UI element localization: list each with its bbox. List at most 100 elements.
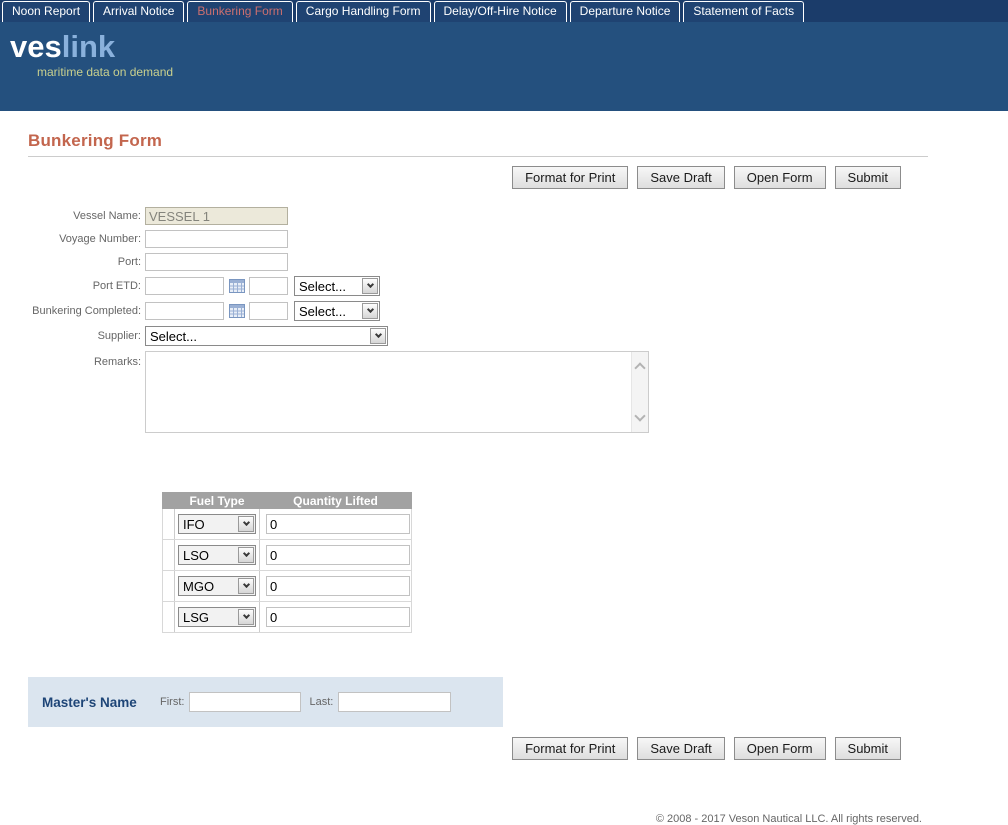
tab-arrival-notice[interactable]: Arrival Notice — [93, 1, 184, 22]
submit-button[interactable]: Submit — [835, 166, 901, 189]
bunkering-completed-calendar-icon[interactable] — [229, 303, 245, 319]
fuel-type-value: LSO — [183, 548, 209, 563]
fuel-type-value: MGO — [183, 579, 214, 594]
row-handle-cell — [163, 571, 175, 601]
logo-tagline: maritime data on demand — [37, 65, 1008, 79]
bunkering-completed-timezone-value: Select... — [299, 304, 346, 319]
remarks-scrollbar[interactable] — [631, 352, 648, 432]
quantity-cell — [260, 602, 411, 632]
format-for-print-button[interactable]: Format for Print — [512, 737, 628, 760]
fuel-table-row: LSO — [162, 540, 412, 571]
bunkering-completed-time-field[interactable] — [249, 302, 288, 320]
supplier-label: Supplier: — [28, 330, 145, 342]
fuel-type-select[interactable]: IFO — [178, 514, 256, 534]
supplier-row: Supplier: Select... — [28, 326, 928, 346]
open-form-button[interactable]: Open Form — [734, 166, 826, 189]
remarks-label: Remarks: — [28, 356, 145, 368]
format-for-print-button[interactable]: Format for Print — [512, 166, 628, 189]
voyage-number-row: Voyage Number: — [28, 230, 928, 248]
scroll-down-icon[interactable] — [634, 410, 645, 421]
row-handle-cell — [163, 509, 175, 539]
form-tab-bar: Noon Report Arrival Notice Bunkering For… — [0, 0, 1008, 22]
tab-cargo-handling-form[interactable]: Cargo Handling Form — [296, 1, 431, 22]
first-name-label: First: — [160, 696, 184, 708]
tab-departure-notice[interactable]: Departure Notice — [570, 1, 681, 22]
bunkering-completed-row: Bunkering Completed: Select... — [28, 301, 928, 321]
chevron-down-icon — [238, 516, 254, 532]
port-row: Port: — [28, 253, 928, 271]
chevron-down-icon — [370, 328, 386, 344]
fuel-type-select[interactable]: LSO — [178, 545, 256, 565]
vessel-name-label: Vessel Name: — [28, 210, 145, 222]
first-name-field[interactable] — [189, 692, 301, 712]
supplier-select[interactable]: Select... — [145, 326, 388, 346]
supplier-value: Select... — [150, 329, 197, 344]
last-name-label: Last: — [309, 696, 333, 708]
remarks-row: Remarks: — [28, 351, 928, 433]
tab-noon-report[interactable]: Noon Report — [2, 1, 90, 22]
last-name-field[interactable] — [338, 692, 451, 712]
logo-link-text: link — [62, 29, 115, 64]
bunkering-completed-label: Bunkering Completed: — [28, 305, 145, 317]
scroll-up-icon[interactable] — [634, 362, 645, 373]
tab-statement-of-facts[interactable]: Statement of Facts — [683, 1, 804, 22]
tab-delay-offhire-notice[interactable]: Delay/Off-Hire Notice — [434, 1, 567, 22]
chevron-down-icon — [362, 303, 378, 319]
vessel-name-field — [145, 207, 288, 225]
save-draft-button[interactable]: Save Draft — [637, 166, 724, 189]
fuel-table-header: Fuel Type Quantity Lifted — [162, 492, 412, 509]
row-handle-cell — [163, 540, 175, 570]
quantity-lifted-column-header: Quantity Lifted — [259, 494, 412, 508]
quantity-lifted-field[interactable] — [266, 576, 410, 596]
port-etd-timezone-value: Select... — [299, 279, 346, 294]
save-draft-button[interactable]: Save Draft — [637, 737, 724, 760]
fuel-type-value: IFO — [183, 517, 205, 532]
copyright-notice: © 2008 - 2017 Veson Nautical LLC. All ri… — [28, 813, 928, 825]
chevron-down-icon — [362, 278, 378, 294]
submit-button[interactable]: Submit — [835, 737, 901, 760]
fuel-type-cell: IFO — [175, 509, 260, 539]
quantity-cell — [260, 571, 411, 601]
quantity-cell — [260, 509, 411, 539]
fuel-table: Fuel Type Quantity Lifted IFO LSO — [162, 492, 412, 633]
port-etd-calendar-icon[interactable] — [229, 278, 245, 294]
voyage-number-label: Voyage Number: — [28, 233, 145, 245]
port-field[interactable] — [145, 253, 288, 271]
bunkering-completed-timezone-select[interactable]: Select... — [294, 301, 380, 321]
quantity-cell — [260, 540, 411, 570]
chevron-down-icon — [238, 609, 254, 625]
fuel-table-row: MGO — [162, 571, 412, 602]
fuel-type-cell: LSO — [175, 540, 260, 570]
row-handle-cell — [163, 602, 175, 632]
veslink-logo: veslink — [0, 22, 1008, 64]
port-label: Port: — [28, 256, 145, 268]
fuel-type-select[interactable]: MGO — [178, 576, 256, 596]
quantity-lifted-field[interactable] — [266, 607, 410, 627]
port-etd-row: Port ETD: Select... — [28, 276, 928, 296]
port-etd-time-field[interactable] — [249, 277, 288, 295]
bottom-toolbar: Format for Print Save Draft Open Form Su… — [28, 737, 928, 760]
port-etd-label: Port ETD: — [28, 280, 145, 292]
fuel-table-row: IFO — [162, 509, 412, 540]
bunkering-completed-date-field[interactable] — [145, 302, 224, 320]
voyage-number-field[interactable] — [145, 230, 288, 248]
brand-header: veslink maritime data on demand — [0, 22, 1008, 111]
quantity-lifted-field[interactable] — [266, 514, 410, 534]
port-etd-timezone-select[interactable]: Select... — [294, 276, 380, 296]
quantity-lifted-field[interactable] — [266, 545, 410, 565]
fuel-table-row: LSG — [162, 602, 412, 633]
fuel-type-column-header: Fuel Type — [175, 494, 259, 508]
vessel-name-row: Vessel Name: — [28, 207, 928, 225]
page-title: Bunkering Form — [28, 131, 928, 157]
remarks-textarea[interactable] — [145, 351, 649, 433]
fuel-type-select[interactable]: LSG — [178, 607, 256, 627]
port-etd-date-field[interactable] — [145, 277, 224, 295]
fuel-type-cell: MGO — [175, 571, 260, 601]
fuel-type-cell: LSG — [175, 602, 260, 632]
chevron-down-icon — [238, 547, 254, 563]
masters-name-section: Master's Name First: Last: — [28, 677, 503, 727]
bunkering-form-fields: Vessel Name: Voyage Number: Port: Port E… — [28, 207, 928, 433]
tab-bunkering-form[interactable]: Bunkering Form — [187, 1, 292, 22]
open-form-button[interactable]: Open Form — [734, 737, 826, 760]
logo-ves-text: ves — [10, 29, 62, 64]
